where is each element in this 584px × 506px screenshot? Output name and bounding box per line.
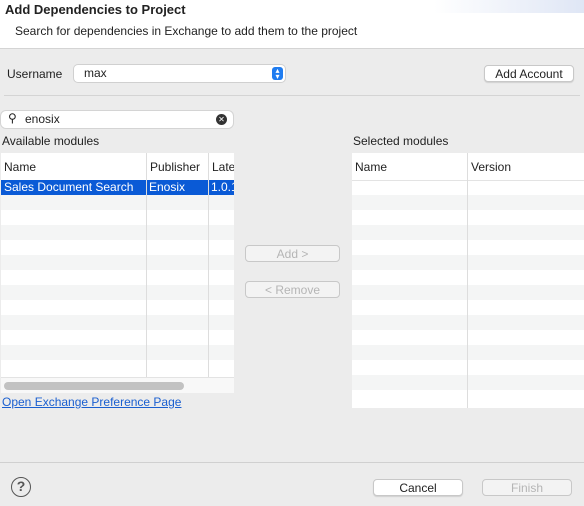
table-row[interactable] [352,285,584,300]
table-row[interactable] [1,240,234,255]
search-input[interactable]: enosix [25,112,60,126]
table-row[interactable] [1,285,234,300]
table-row[interactable] [1,255,234,270]
table-row[interactable] [352,270,584,285]
table-row[interactable] [352,345,584,360]
table-row[interactable] [352,240,584,255]
username-value: max [84,66,107,80]
table-row[interactable] [352,225,584,240]
username-select[interactable]: max ▴ ▾ [74,65,285,82]
table-row[interactable] [352,255,584,270]
search-field[interactable]: ⚲ enosix ✕ [1,111,233,128]
dialog-subtitle: Search for dependencies in Exchange to a… [15,24,358,38]
clear-search-icon[interactable]: ✕ [216,114,227,125]
selected-modules-label: Selected modules [353,134,449,148]
table-row[interactable]: Sales Document Search Enosix 1.0.1 [1,180,234,195]
table-row[interactable] [352,390,584,405]
available-modules-label: Available modules [2,134,100,148]
open-exchange-preference-link[interactable]: Open Exchange Preference Page [2,395,181,409]
available-modules-table[interactable]: Name Publisher Late Sales Document Searc… [1,153,234,393]
column-header-name[interactable]: Name [352,153,387,181]
finish-button[interactable]: Finish [482,479,572,496]
table-row[interactable] [1,270,234,285]
column-divider [208,180,209,378]
table-row[interactable] [1,225,234,240]
chevron-updown-icon: ▴ ▾ [272,67,283,81]
column-divider [467,180,468,408]
table-row[interactable] [1,330,234,345]
dialog-title: Add Dependencies to Project [5,2,186,17]
column-header-name[interactable]: Name [1,153,36,181]
footer-divider [0,462,584,463]
horizontal-scrollbar[interactable] [1,377,234,393]
table-row[interactable] [352,360,584,375]
table-row[interactable] [1,315,234,330]
help-icon[interactable]: ? [11,477,31,497]
table-row[interactable] [1,195,234,210]
table-row[interactable] [352,180,584,195]
table-row[interactable] [352,330,584,345]
column-header-version[interactable]: Version [467,153,511,181]
divider [4,95,580,96]
column-divider [146,180,147,378]
table-row[interactable] [352,375,584,390]
header-banner [434,0,584,13]
dialog-header: Add Dependencies to Project Search for d… [0,0,584,49]
table-row[interactable] [1,210,234,225]
add-account-button[interactable]: Add Account [484,65,574,82]
table-cell: Sales Document Search [4,180,134,194]
table-row[interactable] [352,300,584,315]
search-icon: ⚲ [8,111,17,125]
column-header-publisher[interactable]: Publisher [146,153,200,181]
table-cell: 1.0.1 [211,180,234,194]
selected-modules-table[interactable]: Name Version [352,153,584,408]
remove-button[interactable]: < Remove [245,281,340,298]
table-header: Name Version [352,153,584,181]
table-row[interactable] [352,210,584,225]
table-row[interactable] [1,300,234,315]
scrollbar-thumb[interactable] [4,382,184,390]
table-cell: Enosix [149,180,186,194]
cancel-button[interactable]: Cancel [373,479,463,496]
table-row[interactable] [1,345,234,360]
table-header: Name Publisher Late [1,153,234,181]
add-button[interactable]: Add > [245,245,340,262]
column-header-latest[interactable]: Late [208,153,234,181]
table-row[interactable] [352,315,584,330]
username-label: Username [7,67,63,81]
table-row[interactable] [1,360,234,375]
table-row[interactable] [352,195,584,210]
